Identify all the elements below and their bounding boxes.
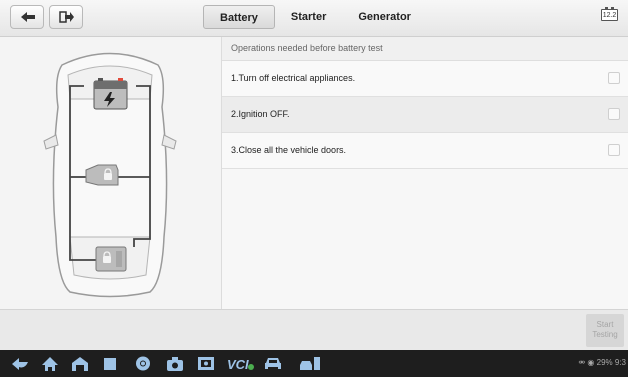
- battery-icon: [93, 78, 128, 110]
- system-taskbar: VCI ⚮ ◉ 29% 9:3: [0, 350, 628, 377]
- car-diagram-panel: [0, 37, 222, 309]
- operations-header: Operations needed before battery test: [222, 37, 628, 61]
- step-checkbox[interactable]: [608, 108, 620, 120]
- battery-voltage-indicator: 12.2: [601, 7, 618, 21]
- step-checkbox[interactable]: [608, 144, 620, 156]
- status-battery-level: 29%: [596, 358, 613, 367]
- chrome-icon[interactable]: [133, 355, 153, 372]
- start-testing-label-1: Start: [596, 320, 614, 329]
- exit-icon: [59, 11, 74, 23]
- svg-text:VCI: VCI: [227, 357, 249, 372]
- step-label: 2.Ignition OFF.: [231, 109, 290, 119]
- starter-motor-icon: [85, 164, 119, 186]
- garage-icon[interactable]: [70, 355, 90, 372]
- start-testing-button[interactable]: Start Testing: [586, 314, 624, 347]
- step-checkbox[interactable]: [608, 72, 620, 84]
- stop-icon[interactable]: [100, 355, 120, 372]
- status-time: 9:3: [614, 358, 626, 367]
- camera-icon[interactable]: [165, 355, 185, 372]
- step-label: 3.Close all the vehicle doors.: [231, 145, 347, 155]
- step-row-electrical[interactable]: 1.Turn off electrical appliances.: [222, 61, 628, 97]
- car-diagram: [43, 52, 177, 298]
- home-icon[interactable]: [40, 355, 60, 372]
- exit-button[interactable]: [49, 5, 83, 29]
- back-arrow-icon[interactable]: [10, 355, 30, 372]
- bottom-action-bar: Start Testing: [0, 309, 628, 350]
- step-row-ignition[interactable]: 2.Ignition OFF.: [222, 97, 628, 133]
- status-battery-icon: ◉: [587, 358, 595, 367]
- wifi-icon: ⚮: [578, 358, 586, 367]
- start-testing-label-2: Testing: [592, 330, 618, 339]
- operations-panel: Operations needed before battery test 1.…: [222, 37, 628, 309]
- tab-generator[interactable]: Generator: [342, 5, 427, 29]
- tab-battery[interactable]: Battery: [203, 5, 275, 29]
- status-area: ⚮ ◉ 29% 9:3: [578, 358, 626, 367]
- vci-icon[interactable]: VCI: [226, 355, 256, 372]
- back-arrow-icon: [21, 12, 35, 22]
- tab-starter[interactable]: Starter: [275, 5, 342, 29]
- display-icon[interactable]: [196, 355, 216, 372]
- car-tools-icon[interactable]: [298, 355, 322, 372]
- back-button[interactable]: [10, 5, 44, 29]
- tab-bar: Battery Starter Generator: [203, 5, 427, 29]
- generator-icon: [95, 246, 127, 272]
- step-label: 1.Turn off electrical appliances.: [231, 73, 356, 83]
- top-toolbar: Battery Starter Generator 12.2: [0, 0, 628, 37]
- step-row-doors[interactable]: 3.Close all the vehicle doors.: [222, 133, 628, 169]
- car-icon[interactable]: [263, 355, 283, 372]
